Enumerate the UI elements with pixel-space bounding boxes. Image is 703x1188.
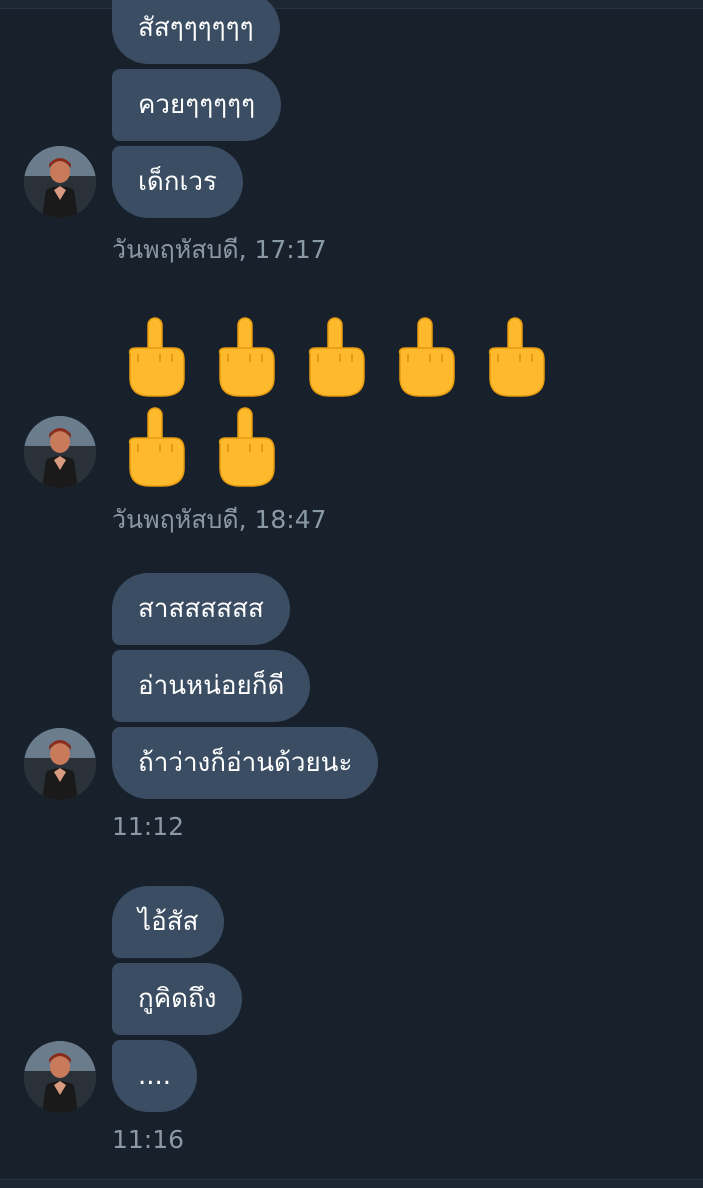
message-bubble[interactable]: ควยๆๆๆๆๆ	[112, 69, 282, 141]
middle-finger-icon	[218, 317, 275, 397]
avatar-photo-icon	[24, 728, 96, 800]
timestamp: 11:12	[112, 812, 185, 841]
message-bubble[interactable]: สาสสสสสส	[112, 573, 290, 645]
avatar[interactable]	[24, 1041, 96, 1113]
timestamp: 11:16	[112, 1125, 185, 1154]
avatar-photo-icon	[24, 146, 96, 218]
message-bubble[interactable]: กูคิดถึง	[112, 963, 243, 1035]
avatar-photo-icon	[24, 416, 96, 488]
message-bubble[interactable]: เด็กเวร	[112, 146, 243, 218]
middle-finger-icon	[128, 407, 185, 487]
message-bubble[interactable]: สัสๆๆๆๆๆๆ	[112, 0, 280, 64]
middle-finger-icon	[308, 317, 365, 397]
avatar[interactable]	[24, 728, 96, 800]
middle-finger-icon	[398, 317, 455, 397]
bottom-divider	[0, 1179, 703, 1188]
emoji-message[interactable]	[112, 312, 562, 492]
middle-finger-icon	[218, 407, 275, 487]
middle-finger-icon	[488, 317, 545, 397]
top-divider	[0, 0, 703, 9]
avatar[interactable]	[24, 146, 96, 218]
message-bubble[interactable]: ....	[112, 1040, 198, 1112]
timestamp: วันพฤหัสบดี, 17:17	[112, 235, 327, 264]
message-bubble[interactable]: ถ้าว่างก็อ่านด้วยนะ	[112, 727, 379, 799]
middle-finger-icon	[128, 317, 185, 397]
message-bubble[interactable]: ไอ้สัส	[112, 886, 225, 958]
avatar-photo-icon	[24, 1041, 96, 1113]
avatar[interactable]	[24, 416, 96, 488]
message-bubble[interactable]: อ่านหน่อยก็ดี	[112, 650, 311, 722]
timestamp: วันพฤหัสบดี, 18:47	[112, 505, 327, 534]
